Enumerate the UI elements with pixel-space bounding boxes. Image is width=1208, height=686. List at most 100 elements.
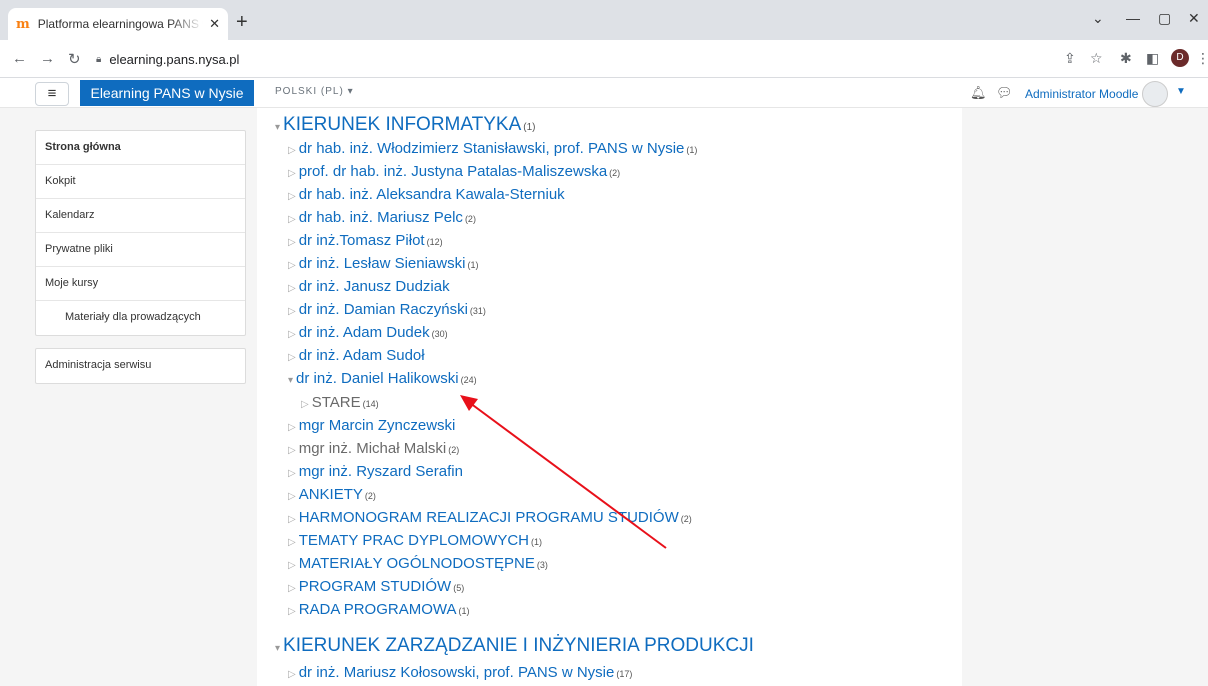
- category-row[interactable]: ▷ dr inż. Lesław Sieniawski (1): [288, 255, 478, 272]
- chevron-down-icon[interactable]: ⌄: [1092, 10, 1104, 27]
- sidebar-item-course[interactable]: Materiały dla prowadzących: [36, 301, 245, 335]
- bell-icon[interactable]: 🔔︎: [970, 85, 987, 101]
- chevron-right-icon[interactable]: ▷: [288, 329, 296, 340]
- sidebar-item-my-courses[interactable]: Moje kursy: [36, 267, 245, 301]
- category-link[interactable]: dr inż.Tomasz Piłot: [299, 232, 425, 249]
- category-link[interactable]: TEMATY PRAC DYPLOMOWYCH: [299, 532, 529, 549]
- forward-icon[interactable]: →: [40, 50, 55, 67]
- chevron-right-icon[interactable]: ▷: [288, 606, 296, 617]
- chevron-right-icon[interactable]: ▷: [288, 537, 296, 548]
- category-row[interactable]: ▷ mgr Marcin Zynczewski: [288, 417, 457, 434]
- category-link[interactable]: PROGRAM STUDIÓW: [299, 578, 452, 595]
- category-row[interactable]: ▷ dr inż. Adam Sudoł: [288, 347, 427, 364]
- category-row[interactable]: ▷ dr hab. inż. Mariusz Pelc (2): [288, 209, 476, 226]
- category-link[interactable]: RADA PROGRAMOWA: [299, 601, 457, 618]
- close-icon[interactable]: ✕: [209, 16, 220, 32]
- category-link[interactable]: MATERIAŁY OGÓLNODOSTĘPNE: [299, 555, 535, 572]
- category-link[interactable]: dr hab. inż. Mariusz Pelc: [299, 209, 463, 226]
- category-link[interactable]: ANKIETY: [299, 486, 363, 503]
- chevron-right-icon[interactable]: ▷: [288, 560, 296, 571]
- category-row[interactable]: ▾ dr inż. Daniel Halikowski (24): [288, 370, 477, 387]
- category-link[interactable]: dr inż. Mariusz Kołosowski, prof. PANS w…: [299, 664, 615, 681]
- sidebar-item-home[interactable]: Strona główna: [36, 131, 245, 165]
- category-link[interactable]: KIERUNEK INFORMATYKA: [283, 114, 521, 136]
- window-close-icon[interactable]: ✕: [1188, 10, 1200, 27]
- category-link[interactable]: dr inż. Adam Sudoł: [299, 347, 425, 364]
- chevron-right-icon[interactable]: ▷: [288, 145, 296, 156]
- chevron-right-icon[interactable]: ▷: [288, 191, 296, 202]
- category-row[interactable]: ▷ dr inż. Mariusz Kołosowski, prof. PANS …: [288, 664, 632, 681]
- category-link[interactable]: mgr inż. Ryszard Serafin: [299, 463, 463, 480]
- chevron-right-icon[interactable]: ▷: [288, 260, 296, 271]
- sidebar-item-private-files[interactable]: Prywatne pliki: [36, 233, 245, 267]
- chevron-right-icon[interactable]: ▷: [288, 445, 296, 456]
- category-row[interactable]: ▷ dr hab. inż. Włodzimierz Stanisławski, …: [288, 140, 697, 157]
- sidebar-item-dashboard[interactable]: Kokpit: [36, 165, 245, 199]
- category-link[interactable]: dr inż. Janusz Dudziak: [299, 278, 450, 295]
- category-row[interactable]: ▷ TEMATY PRAC DYPLOMOWYCH (1): [288, 532, 542, 549]
- caret-down-icon[interactable]: ▾: [288, 375, 293, 386]
- category-row[interactable]: ▷ dr hab. inż. Aleksandra Kawala-Sterniuk: [288, 186, 567, 203]
- sidebar-item-calendar[interactable]: Kalendarz: [36, 199, 245, 233]
- back-icon[interactable]: ←: [12, 50, 27, 67]
- maximize-icon[interactable]: ▢: [1158, 10, 1171, 27]
- category-row[interactable]: ▷ dr inż. Janusz Dudziak: [288, 278, 452, 295]
- caret-down-icon[interactable]: ▼: [1176, 86, 1186, 97]
- hamburger-icon[interactable]: ≡: [35, 82, 69, 106]
- chevron-right-icon[interactable]: ▷: [288, 283, 296, 294]
- chevron-right-icon[interactable]: ▷: [288, 468, 296, 479]
- category-link[interactable]: HARMONOGRAM REALIZACJI PROGRAMU STUDIÓW: [299, 509, 679, 526]
- category-row[interactable]: ▷ dr inż.Tomasz Piłot (12): [288, 232, 443, 249]
- category-link[interactable]: dr inż. Daniel Halikowski: [296, 370, 459, 387]
- language-menu[interactable]: POLSKI (PL) ▾: [275, 86, 354, 97]
- reload-icon[interactable]: ↻: [68, 50, 81, 68]
- category-row[interactable]: ▷ MATERIAŁY OGÓLNODOSTĘPNE (3): [288, 555, 548, 572]
- chevron-right-icon[interactable]: ▷: [288, 352, 296, 363]
- category-row[interactable]: ▷ mgr inż. Ryszard Serafin: [288, 463, 465, 480]
- category-link[interactable]: mgr inż. Michał Malski: [299, 440, 447, 457]
- share-icon[interactable]: ⇪: [1064, 50, 1076, 67]
- chevron-right-icon[interactable]: ▷: [288, 168, 296, 179]
- new-tab-icon[interactable]: +: [236, 12, 248, 32]
- chat-icon[interactable]: 💬︎: [996, 85, 1013, 101]
- chevron-right-icon[interactable]: ▷: [301, 399, 309, 410]
- category-row[interactable]: ▷ mgr inż. Michał Malski (2): [288, 440, 459, 457]
- category-row[interactable]: ▷ ANKIETY (2): [288, 486, 376, 503]
- lock-icon[interactable]: 🔒︎: [96, 54, 101, 65]
- category-link[interactable]: dr inż. Damian Raczyński: [299, 301, 468, 318]
- browser-tab[interactable]: m Platforma elearningowa PANS w Nysie ✕: [8, 8, 228, 40]
- category-row[interactable]: ▷ STARE (14): [301, 394, 379, 411]
- category-link[interactable]: dr inż. Adam Dudek: [299, 324, 430, 341]
- sidebar-item-site-admin[interactable]: Administracja serwisu: [36, 349, 245, 383]
- category-row[interactable]: ▷ RADA PROGRAMOWA (1): [288, 601, 470, 618]
- category-link[interactable]: STARE: [312, 394, 361, 411]
- category-row[interactable]: ▷ prof. dr hab. inż. Justyna Patalas-Mali…: [288, 163, 620, 180]
- chevron-right-icon[interactable]: ▷: [288, 669, 296, 680]
- avatar[interactable]: [1142, 81, 1168, 107]
- chevron-right-icon[interactable]: ▷: [288, 306, 296, 317]
- category-row[interactable]: ▷ PROGRAM STUDIÓW (5): [288, 578, 464, 595]
- category-link[interactable]: dr hab. inż. Aleksandra Kawala-Sterniuk: [299, 186, 565, 203]
- category-row[interactable]: ▷ HARMONOGRAM REALIZACJI PROGRAMU STUDIÓW…: [288, 509, 692, 526]
- category-row[interactable]: ▾ KIERUNEK INFORMATYKA (1): [275, 114, 536, 136]
- site-brand[interactable]: Elearning PANS w Nysie: [80, 80, 254, 106]
- category-row[interactable]: ▷ dr inż. Adam Dudek (30): [288, 324, 448, 341]
- category-link[interactable]: dr inż. Lesław Sieniawski: [299, 255, 466, 272]
- category-link[interactable]: prof. dr hab. inż. Justyna Patalas-Malis…: [299, 163, 607, 180]
- chevron-right-icon[interactable]: ▷: [288, 237, 296, 248]
- url-field[interactable]: 🔒︎ elearning.pans.nysa.pl: [96, 46, 1040, 72]
- extensions-icon[interactable]: ✱: [1120, 50, 1132, 67]
- category-link[interactable]: mgr Marcin Zynczewski: [299, 417, 456, 434]
- chevron-right-icon[interactable]: ▷: [288, 514, 296, 525]
- category-link[interactable]: KIERUNEK ZARZĄDZANIE I INŻYNIERIA PRODUK…: [283, 635, 754, 657]
- user-name[interactable]: Administrator Moodle: [1025, 87, 1138, 101]
- chevron-right-icon[interactable]: ▷: [288, 491, 296, 502]
- category-row[interactable]: ▾ KIERUNEK ZARZĄDZANIE I INŻYNIERIA PRODU…: [275, 635, 756, 657]
- caret-down-icon[interactable]: ▾: [275, 643, 280, 654]
- star-icon[interactable]: ☆: [1090, 50, 1103, 67]
- chevron-right-icon[interactable]: ▷: [288, 422, 296, 433]
- chevron-right-icon[interactable]: ▷: [288, 214, 296, 225]
- minimize-icon[interactable]: —: [1126, 10, 1140, 26]
- caret-down-icon[interactable]: ▾: [275, 122, 280, 133]
- sidepanel-icon[interactable]: ◧: [1146, 50, 1159, 67]
